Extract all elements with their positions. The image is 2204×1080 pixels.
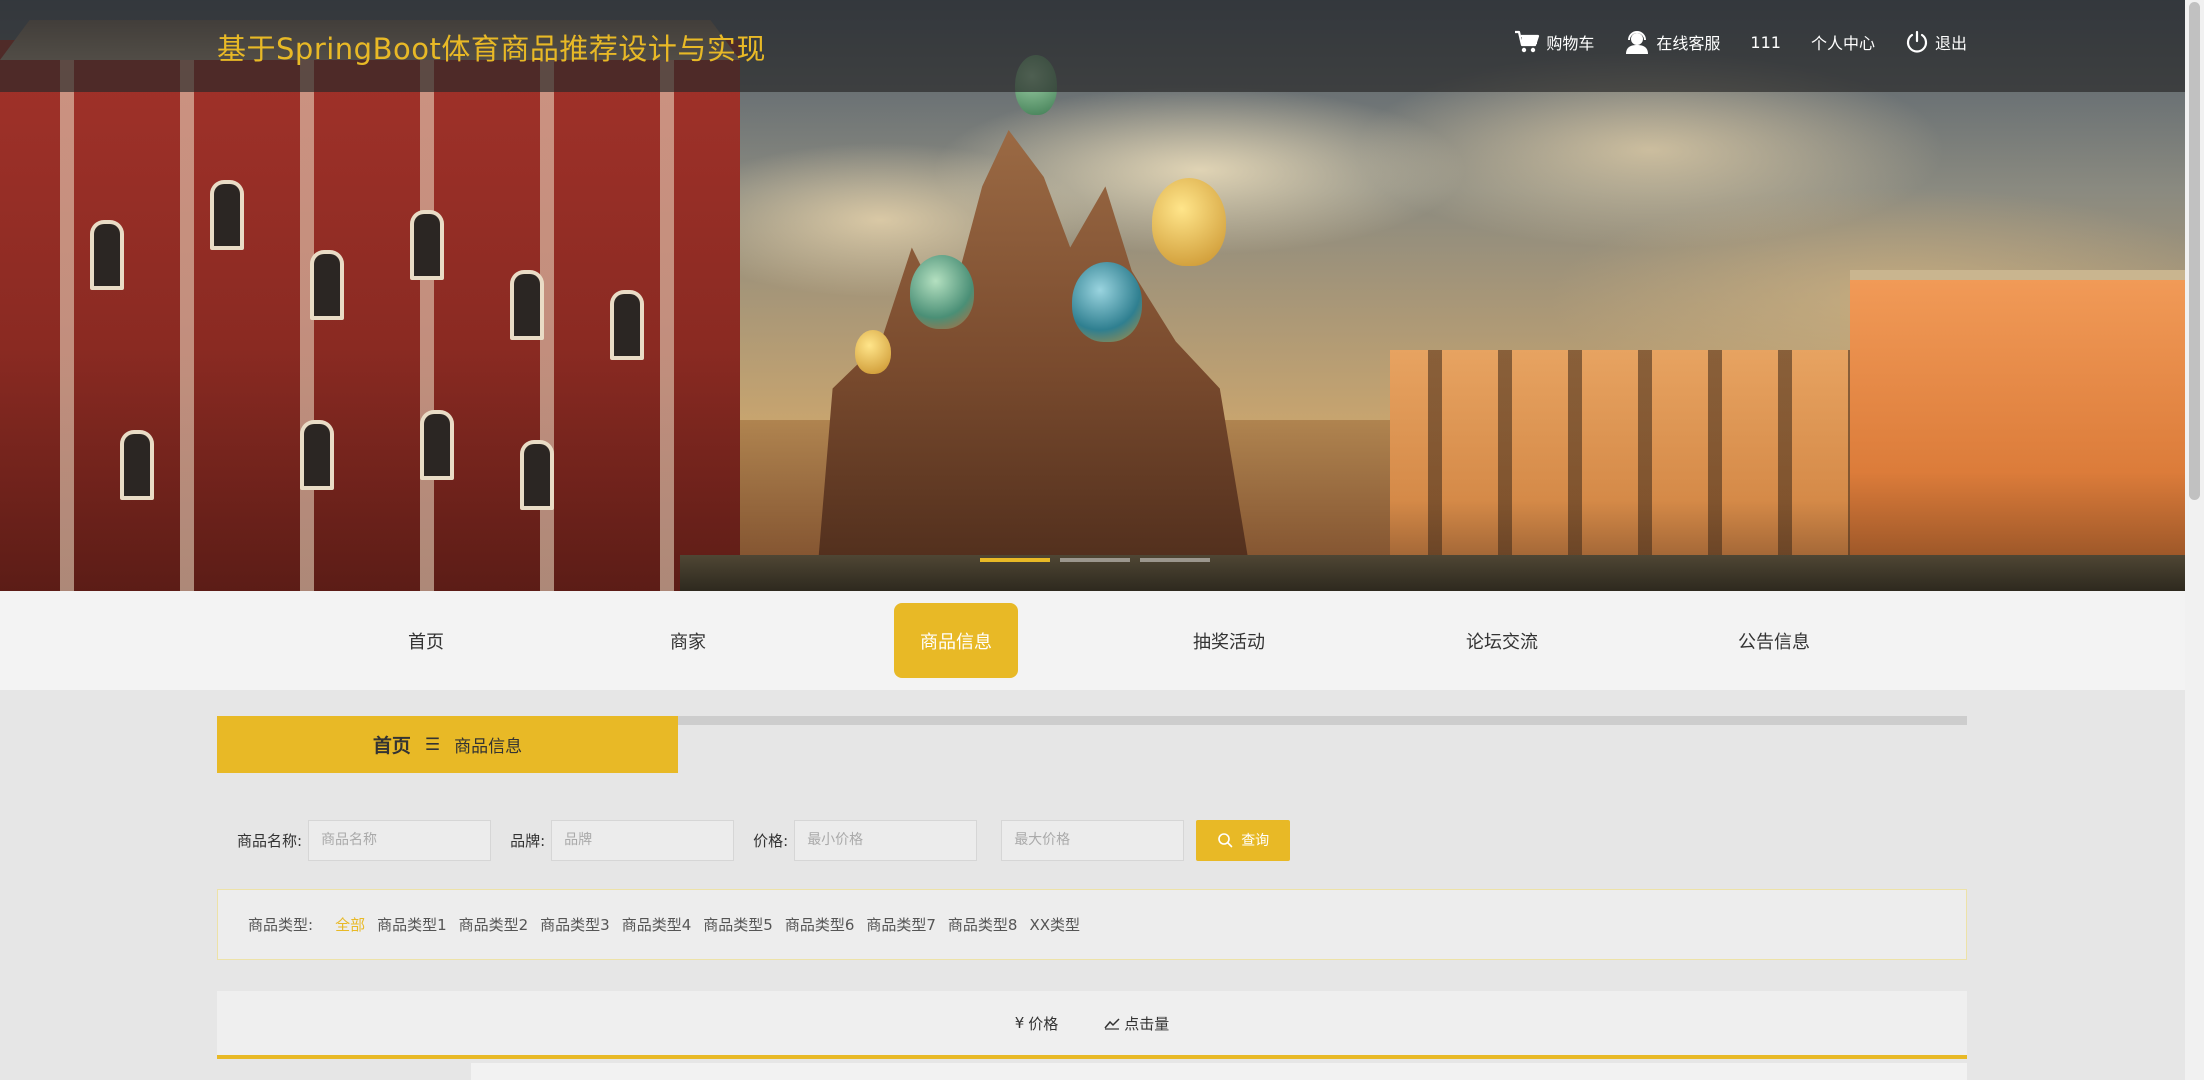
search-icon	[1218, 833, 1233, 848]
category-item[interactable]: 商品类型5	[703, 914, 773, 935]
max-price-input[interactable]	[1001, 819, 1185, 861]
product-list-area	[217, 1063, 1967, 1080]
nav-item-home[interactable]: 首页	[351, 603, 501, 678]
carousel-dot[interactable]	[1140, 558, 1210, 562]
nav-item-label: 商品信息	[920, 631, 992, 653]
category-item[interactable]: 商品类型6	[785, 914, 855, 935]
category-item[interactable]: 商品类型8	[948, 914, 1018, 935]
cart-link[interactable]: 购物车	[1514, 30, 1594, 54]
top-links: 购物车 在线客服 111 个人中心 退出	[1514, 30, 1967, 54]
search-button-label: 查询	[1241, 832, 1270, 848]
min-price-input[interactable]	[794, 819, 978, 861]
power-icon	[1906, 30, 1928, 53]
breadcrumb-separator-icon: ☰	[424, 734, 441, 755]
search-form: 商品名称: 品牌: 价格: 查询	[217, 819, 1967, 861]
scrollbar-thumb[interactable]	[2189, 2, 2200, 500]
nav-item-notice[interactable]: 公告信息	[1699, 603, 1849, 678]
nav-item-forum[interactable]: 论坛交流	[1427, 603, 1577, 678]
brand-input[interactable]	[551, 819, 735, 861]
category-item[interactable]: 商品类型4	[622, 914, 692, 935]
logout-link[interactable]: 退出	[1905, 30, 1967, 54]
site-title: 基于SpringBoot体育商品推荐设计与实现	[217, 32, 766, 66]
brand-label: 品牌:	[510, 831, 546, 850]
main-nav: 首页 商家 商品信息 抽奖活动 论坛交流 公告信息	[0, 591, 2185, 690]
carousel-indicators	[980, 558, 1210, 562]
category-item[interactable]: 商品类型2	[459, 914, 529, 935]
top-bar: 基于SpringBoot体育商品推荐设计与实现 购物车 在线客服 111 个人中…	[0, 0, 2185, 92]
cart-label: 购物车	[1546, 34, 1595, 53]
trend-icon	[1104, 1018, 1120, 1030]
nav-item-label: 首页	[408, 631, 444, 653]
product-name-input[interactable]	[308, 819, 492, 861]
category-filter-label: 商品类型:	[248, 916, 314, 934]
category-filter: 商品类型: 全部 商品类型1 商品类型2 商品类型3 商品类型4 商品类型5 商…	[217, 889, 1967, 960]
carousel-dot[interactable]	[980, 558, 1050, 562]
breadcrumb: 首页 ☰ 商品信息	[217, 716, 678, 773]
product-list-sidebar	[217, 1063, 471, 1080]
banner-building-left	[0, 40, 740, 591]
nav-item-lottery[interactable]: 抽奖活动	[1154, 603, 1304, 678]
nav-item-merchant[interactable]: 商家	[613, 603, 763, 678]
cart-icon	[1515, 30, 1540, 53]
profile-label: 个人中心	[1810, 34, 1875, 53]
banner-canal	[680, 555, 2185, 591]
service-link[interactable]: 在线客服	[1624, 30, 1720, 54]
banner-dome	[1152, 178, 1226, 266]
nav-item-label: 公告信息	[1738, 631, 1810, 653]
breadcrumb-home[interactable]: 首页	[373, 731, 411, 758]
product-name-label: 商品名称:	[237, 831, 303, 850]
category-item[interactable]: 商品类型7	[866, 914, 936, 935]
nav-item-label: 论坛交流	[1466, 631, 1538, 653]
nav-item-products[interactable]: 商品信息	[894, 603, 1018, 678]
category-item[interactable]: 商品类型3	[540, 914, 610, 935]
service-label: 在线客服	[1656, 34, 1721, 53]
page-scrollbar[interactable]	[2185, 0, 2204, 1080]
search-button[interactable]: 查询	[1196, 819, 1291, 861]
nav-item-label: 抽奖活动	[1193, 631, 1265, 653]
category-item[interactable]: XX类型	[1029, 914, 1080, 935]
sort-bar: ¥ 价格 点击量	[217, 991, 1967, 1059]
yen-icon: ¥	[1014, 1014, 1025, 1032]
banner-dome	[855, 330, 891, 374]
breadcrumb-current: 商品信息	[454, 737, 523, 757]
category-item[interactable]: 商品类型1	[377, 914, 447, 935]
sort-price-label: 价格	[1028, 1014, 1059, 1033]
nav-item-label: 商家	[670, 631, 706, 653]
profile-link[interactable]: 个人中心	[1811, 30, 1875, 54]
username-label: 111	[1750, 32, 1781, 52]
carousel-dot[interactable]	[1060, 558, 1130, 562]
banner-dome	[910, 255, 974, 329]
sort-by-price[interactable]: ¥ 价格	[1015, 1013, 1059, 1034]
headset-user-icon	[1626, 31, 1649, 54]
banner-building-corner	[1850, 270, 2185, 591]
logout-label: 退出	[1934, 34, 1967, 53]
banner-dome	[1072, 262, 1142, 342]
username-link[interactable]: 111	[1750, 33, 1781, 52]
sort-clicks-label: 点击量	[1124, 1014, 1170, 1033]
category-all[interactable]: 全部	[335, 914, 365, 935]
sort-by-clicks[interactable]: 点击量	[1104, 1013, 1169, 1034]
price-label: 价格:	[753, 831, 789, 850]
